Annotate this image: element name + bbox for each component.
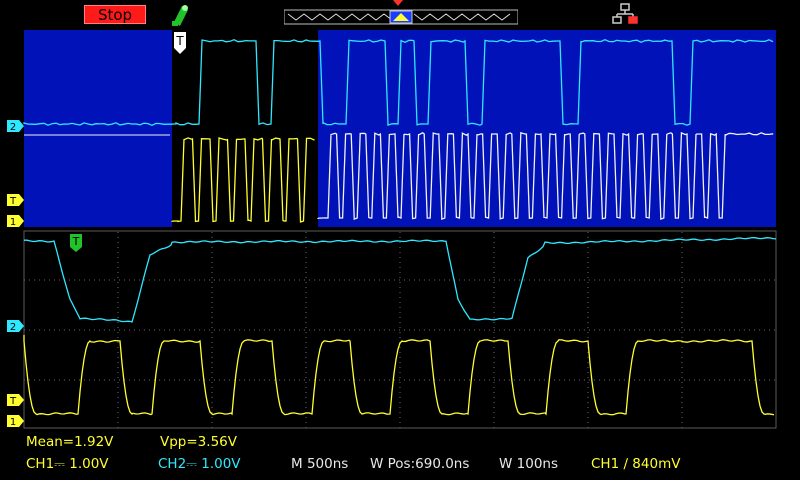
- timebase-trigger-marker: [393, 0, 403, 6]
- mean-measurement: Mean=1.92V: [26, 434, 114, 450]
- zoom-ch2-trace: [24, 236, 777, 323]
- svg-text:T: T: [72, 235, 80, 248]
- ch1-level-marker-zoom: 1: [7, 415, 24, 428]
- trigger-level-marker-zoom: T: [7, 394, 24, 407]
- ch1-level-marker-main: 1: [7, 215, 24, 228]
- trigger-status-icon: [172, 5, 188, 26]
- zoom-ch1-trace: [23, 335, 775, 416]
- window-position-label[interactable]: W Pos:690.0ns: [370, 456, 469, 472]
- zoom-waveform-area: [23, 230, 777, 429]
- zoom-graticule: [24, 232, 776, 428]
- trigger-level-label[interactable]: CH1 ∕ 840mV: [591, 456, 680, 472]
- zoom-trigger-position-marker: T: [70, 234, 82, 252]
- svg-text:1: 1: [10, 417, 16, 428]
- timebase-position-bar[interactable]: [284, 8, 518, 26]
- network-disconnected-icon: [612, 3, 638, 24]
- svg-text:2: 2: [10, 122, 16, 133]
- trigger-level-marker-main: T: [7, 194, 24, 207]
- ch2-scale-label[interactable]: CH2⎓ 1.00V: [158, 456, 241, 472]
- window-timebase-label[interactable]: W 100ns: [499, 456, 558, 472]
- run-stop-button[interactable]: Stop: [84, 5, 146, 24]
- svg-text:T: T: [9, 196, 17, 207]
- ch2-level-marker-zoom: 2: [7, 320, 24, 333]
- top-toolbar: Stop: [0, 0, 800, 30]
- main-timebase-label[interactable]: M 500ns: [291, 456, 348, 472]
- ch2-level-marker-main: 2: [7, 120, 24, 133]
- svg-text:2: 2: [10, 322, 16, 333]
- svg-text:T: T: [175, 34, 184, 48]
- zoom-window-highlight: [172, 30, 318, 227]
- status-bar: Mean=1.92V Vpp=3.56V CH1⎓ 1.00V CH2⎓ 1.0…: [0, 432, 800, 480]
- ch1-scale-label[interactable]: CH1⎓ 1.00V: [26, 456, 109, 472]
- svg-text:T: T: [9, 396, 17, 407]
- vpp-measurement: Vpp=3.56V: [160, 434, 237, 450]
- scope-display[interactable]: T T 2 T 1 2 T 1: [0, 30, 800, 430]
- svg-text:1: 1: [10, 217, 16, 228]
